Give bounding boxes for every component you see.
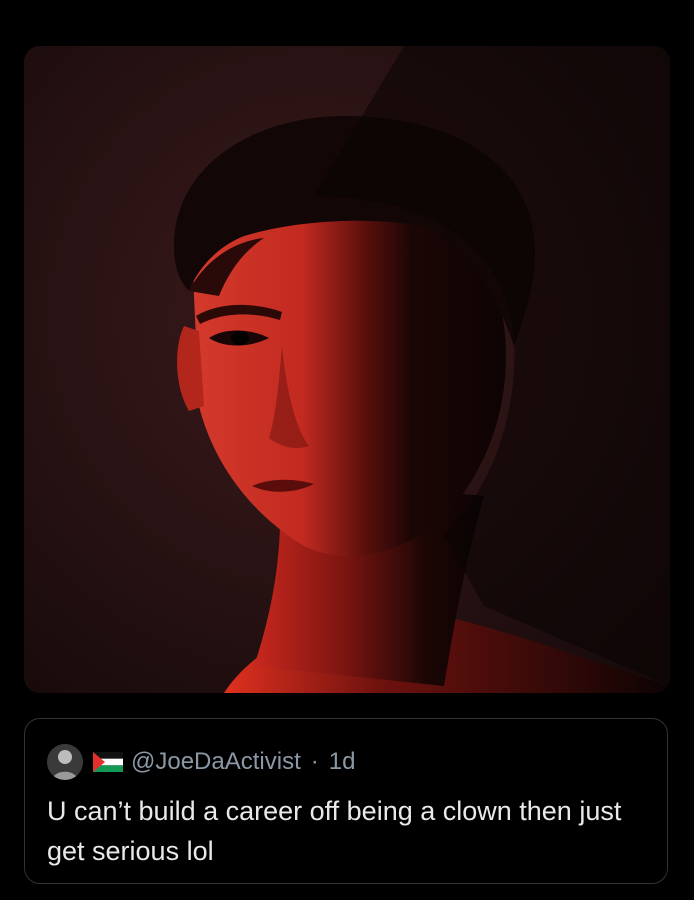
portrait-illustration xyxy=(24,46,670,693)
user-handle[interactable]: @JoeDaActivist xyxy=(131,750,301,774)
timestamp[interactable]: 1d xyxy=(329,750,356,774)
avatar[interactable] xyxy=(47,744,83,780)
quoted-reply-card[interactable]: @JoeDaActivist · 1d U can’t build a care… xyxy=(24,718,668,884)
tweet-media-image[interactable] xyxy=(24,46,670,693)
palestine-flag-icon xyxy=(93,752,123,772)
reply-text: U can’t build a career off being a clown… xyxy=(47,796,622,866)
separator-dot: · xyxy=(310,748,319,775)
reply-meta-row: @JoeDaActivist · 1d xyxy=(47,743,355,781)
